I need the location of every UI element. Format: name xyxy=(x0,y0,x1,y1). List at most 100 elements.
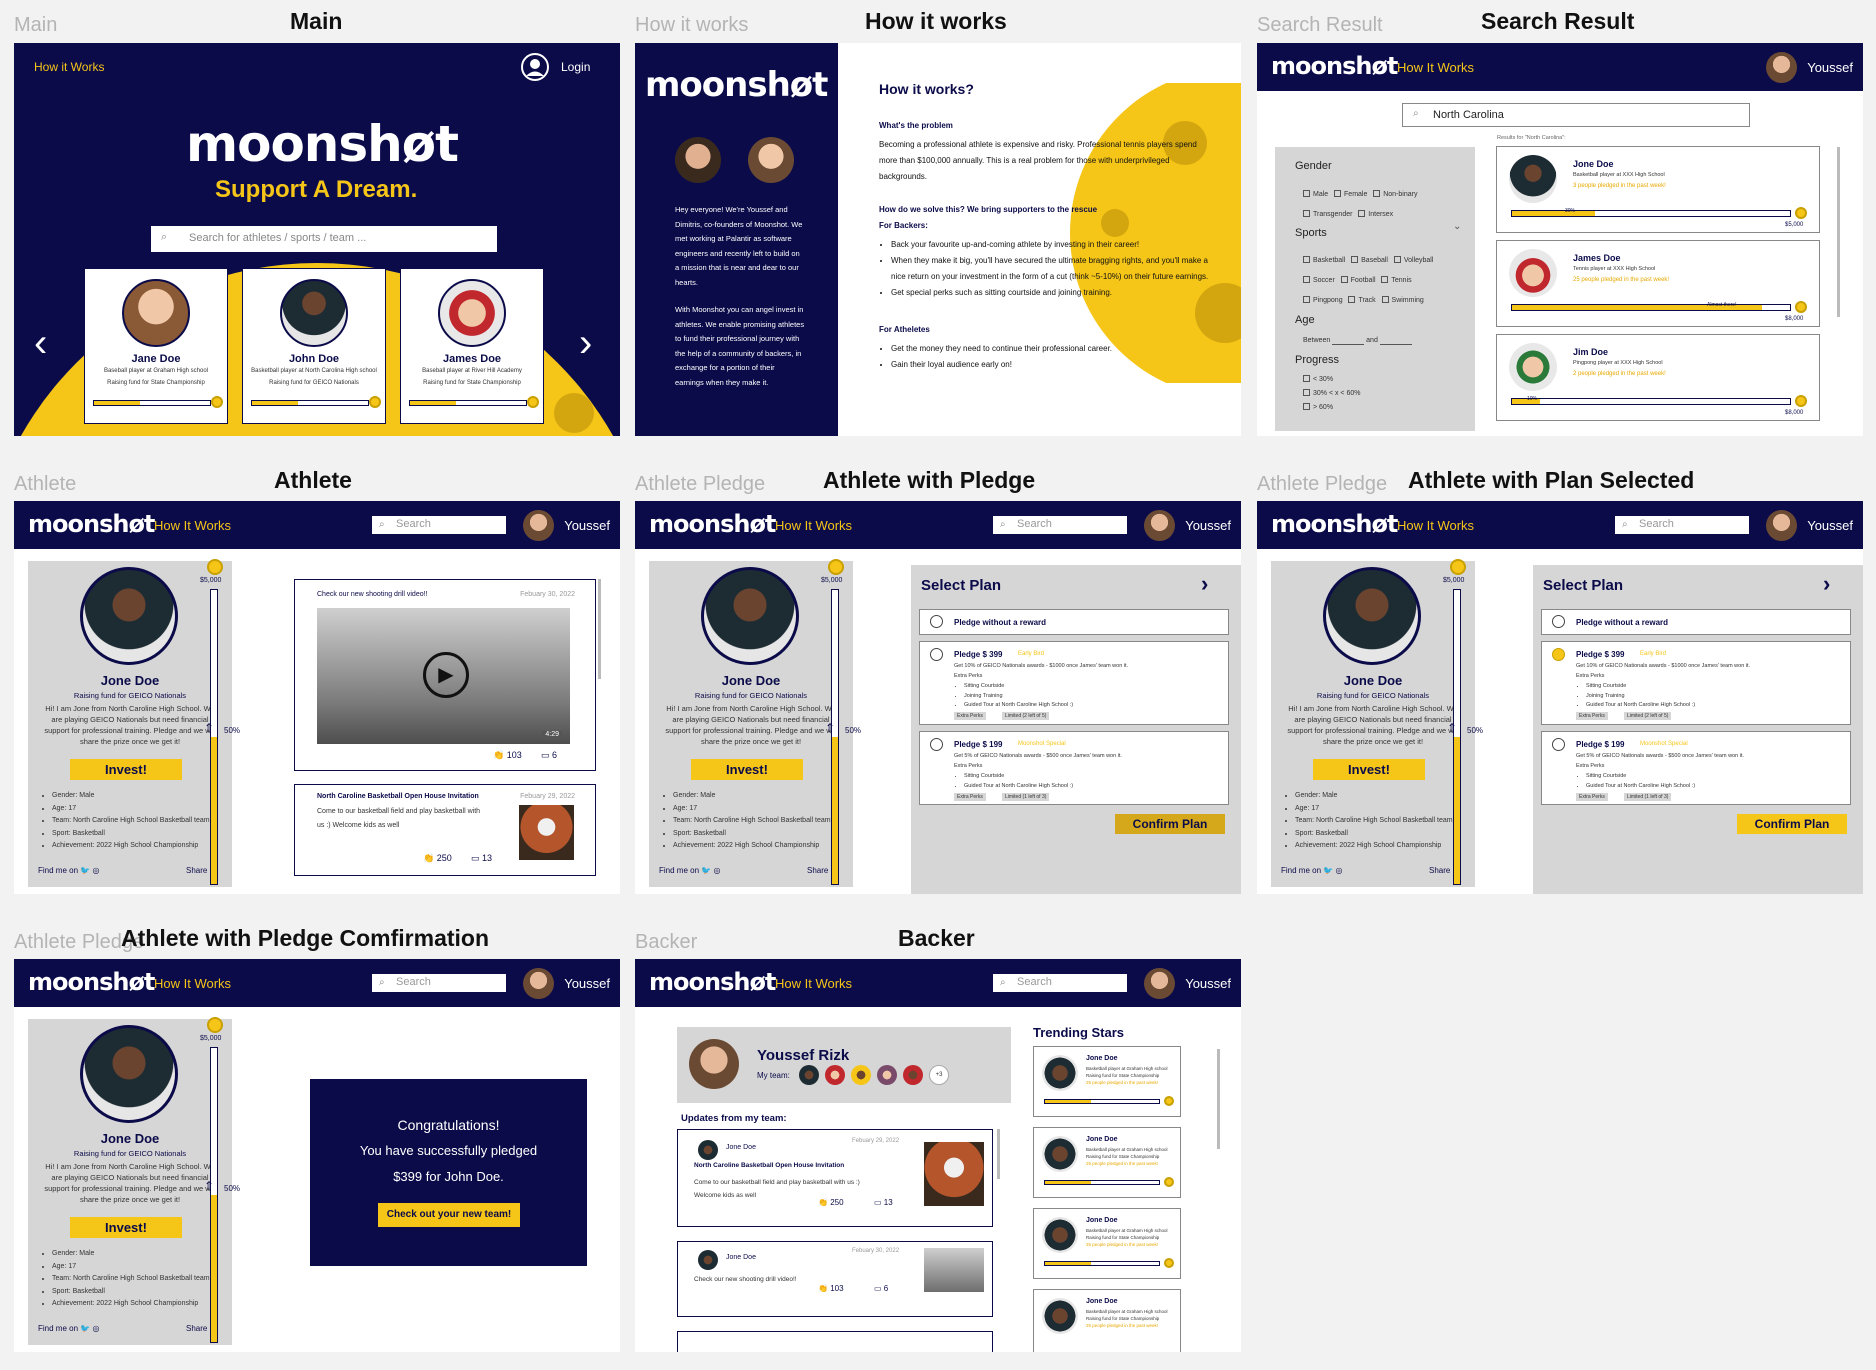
comment-count[interactable]: ▭ 13 xyxy=(471,853,492,864)
user-icon[interactable] xyxy=(520,52,550,82)
trending-card[interactable]: Jone Doe Basketball player at Graham Hig… xyxy=(1033,1289,1181,1352)
trending-card[interactable]: Jone Doe Basketball player at Graham Hig… xyxy=(1033,1127,1181,1198)
username[interactable]: Youssef xyxy=(1185,976,1231,991)
avatar[interactable] xyxy=(1144,968,1175,999)
logo[interactable]: moonshøt xyxy=(28,968,155,996)
carousel-next-icon[interactable]: › xyxy=(579,323,592,363)
scrollbar[interactable] xyxy=(1217,1049,1220,1149)
age-min-field[interactable] xyxy=(1332,337,1365,345)
trending-card[interactable]: Jone Doe Basketball player at Graham Hig… xyxy=(1033,1208,1181,1279)
checkbox[interactable]: Basketball xyxy=(1303,256,1345,264)
clap-count[interactable]: 👏 250 xyxy=(818,1198,844,1207)
twitter-icon[interactable]: 🐦 xyxy=(80,1324,90,1333)
trending-card[interactable]: Jone Doe Basketball player at Graham Hig… xyxy=(1033,1046,1181,1117)
comment-count[interactable]: ▭ 13 xyxy=(874,1198,893,1207)
logo[interactable]: moonshøt xyxy=(28,510,155,538)
scrollbar[interactable] xyxy=(598,579,601,679)
checkbox[interactable]: Pingpong xyxy=(1303,296,1343,304)
team-avatar[interactable] xyxy=(851,1065,871,1085)
post-card-2[interactable]: North Caroline Basketball Open House Inv… xyxy=(294,784,596,876)
plan-option-399[interactable]: Pledge $ 399 Early Bird Get 10% of GEICO… xyxy=(919,641,1229,725)
chevron-down-icon[interactable]: ⌄ xyxy=(1453,221,1461,232)
radio-button-selected[interactable] xyxy=(1552,648,1565,661)
avatar[interactable] xyxy=(1144,510,1175,541)
team-avatar[interactable] xyxy=(825,1065,845,1085)
age-max-field[interactable] xyxy=(1379,337,1412,345)
plan-option-none[interactable]: Pledge without a reward xyxy=(919,609,1229,635)
checkbox[interactable]: Football xyxy=(1340,276,1376,284)
team-avatar[interactable] xyxy=(877,1065,897,1085)
checkbox[interactable]: 30% < x < 60% xyxy=(1303,387,1360,401)
logo[interactable]: moonshøt xyxy=(1271,52,1398,80)
team-avatar[interactable] xyxy=(903,1065,923,1085)
comment-count[interactable]: ▭ 6 xyxy=(874,1284,888,1293)
checkbox[interactable]: Track xyxy=(1348,296,1376,304)
athlete-card-1[interactable]: Jane Doe Baseball player at Graham High … xyxy=(84,268,228,424)
search-input[interactable]: ⌕ Search xyxy=(993,974,1127,992)
invest-button[interactable]: Invest! xyxy=(70,1217,182,1238)
search-input[interactable]: ⌕ Search xyxy=(372,974,506,992)
radio-button[interactable] xyxy=(1552,615,1565,628)
radio-button[interactable] xyxy=(930,738,943,751)
clap-count[interactable]: 👏 103 xyxy=(493,750,522,761)
twitter-icon[interactable]: 🐦 xyxy=(1323,866,1333,875)
update-card-1[interactable]: Jone Doe Febuary 29, 2022 North Caroline… xyxy=(677,1129,993,1227)
username[interactable]: Youssef xyxy=(564,518,610,533)
athlete-card-2[interactable]: John Doe Basketball player at North Caro… xyxy=(242,268,386,424)
invest-button[interactable]: Invest! xyxy=(1313,759,1425,780)
checkbox[interactable]: > 60% xyxy=(1303,401,1360,415)
nav-how-it-works[interactable]: How It Works xyxy=(775,518,852,533)
checkbox[interactable]: Female xyxy=(1334,190,1367,198)
update-video-thumbnail[interactable] xyxy=(924,1248,984,1292)
radio-button[interactable] xyxy=(930,615,943,628)
plan-option-none[interactable]: Pledge without a reward xyxy=(1541,609,1851,635)
clap-count[interactable]: 👏 103 xyxy=(818,1284,844,1293)
invest-button[interactable]: Invest! xyxy=(70,759,182,780)
team-avatar[interactable] xyxy=(799,1065,819,1085)
chevron-right-icon[interactable]: › xyxy=(1823,571,1830,597)
checkbox[interactable]: Baseball xyxy=(1351,256,1388,264)
search-input[interactable]: ⌕ Search xyxy=(372,516,506,534)
carousel-prev-icon[interactable]: ‹ xyxy=(34,323,47,363)
search-input[interactable]: ⌕ Search xyxy=(993,516,1127,534)
clap-count[interactable]: 👏 250 xyxy=(423,853,452,864)
invest-button[interactable]: Invest! xyxy=(691,759,803,780)
nav-how-it-works[interactable]: How It Works xyxy=(1397,60,1474,75)
main-search-input[interactable]: ⌕ Search for athletes / sports / team ..… xyxy=(151,226,497,252)
avatar[interactable] xyxy=(1766,52,1797,83)
checkbox[interactable]: Soccer xyxy=(1303,276,1335,284)
username[interactable]: Youssef xyxy=(1185,518,1231,533)
search-input[interactable]: ⌕ North Carolina xyxy=(1402,103,1750,127)
checkbox[interactable]: Swimming xyxy=(1381,296,1424,304)
checkbox[interactable]: Tennis xyxy=(1381,276,1412,284)
nav-how-it-works[interactable]: How It Works xyxy=(154,518,231,533)
plan-option-199[interactable]: Pledge $ 199 Moonshot Special Get 5% of … xyxy=(1541,731,1851,805)
checkbox[interactable]: < 30% xyxy=(1303,373,1360,387)
athlete-card-3[interactable]: James Doe Baseball player at River Hill … xyxy=(400,268,544,424)
checkbox[interactable]: Non-binary xyxy=(1373,190,1417,198)
nav-how-it-works[interactable]: How it Works xyxy=(34,60,104,74)
team-more[interactable]: +3 xyxy=(929,1065,949,1085)
nav-how-it-works[interactable]: How It Works xyxy=(1397,518,1474,533)
plan-option-199[interactable]: Pledge $ 199 Moonshot Special Get 5% of … xyxy=(919,731,1229,805)
username[interactable]: Youssef xyxy=(1807,518,1853,533)
avatar[interactable] xyxy=(523,968,554,999)
confirm-plan-button[interactable]: Confirm Plan xyxy=(1115,814,1225,834)
username[interactable]: Youssef xyxy=(1807,60,1853,75)
plan-option-399[interactable]: Pledge $ 399 Early Bird Get 10% of GEICO… xyxy=(1541,641,1851,725)
avatar[interactable] xyxy=(1766,510,1797,541)
scrollbar[interactable] xyxy=(997,1129,1000,1179)
avatar[interactable] xyxy=(523,510,554,541)
scrollbar[interactable] xyxy=(1837,147,1840,317)
logo[interactable]: moonshøt xyxy=(1271,510,1398,538)
result-card-2[interactable]: James Doe Tennis player at XXX High Scho… xyxy=(1496,240,1820,327)
play-icon[interactable]: ▶ xyxy=(423,652,469,698)
update-card-2[interactable]: Jone Doe Febuary 30, 2022 Check our new … xyxy=(677,1241,993,1317)
update-card-3[interactable] xyxy=(677,1331,993,1352)
checkbox[interactable]: Male xyxy=(1303,190,1328,198)
instagram-icon[interactable]: ◎ xyxy=(92,866,99,875)
search-input[interactable]: ⌕ Search xyxy=(1615,516,1749,534)
nav-how-it-works[interactable]: How It Works xyxy=(154,976,231,991)
logo[interactable]: moonshøt xyxy=(649,968,776,996)
chevron-right-icon[interactable]: › xyxy=(1201,571,1208,597)
